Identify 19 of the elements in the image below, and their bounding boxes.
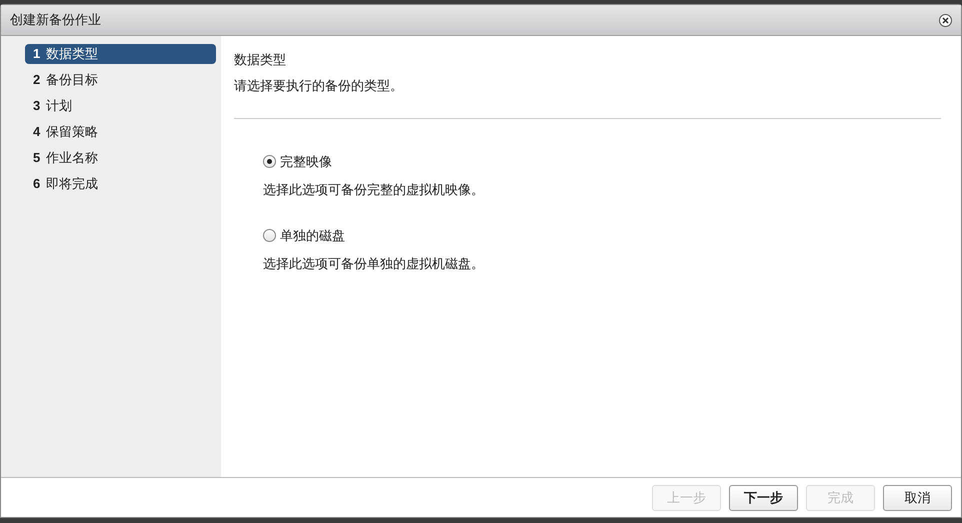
step-item[interactable]: 1 数据类型 <box>25 44 216 64</box>
step-heading: 数据类型 <box>234 51 287 69</box>
dialog-button[interactable]: 下一步 <box>729 484 798 510</box>
window-title: 创建新备份作业 <box>10 11 101 30</box>
step-subtitle: 请选择要执行的备份的类型。 <box>234 76 404 94</box>
step-item[interactable]: 2 备份目标 <box>25 70 216 90</box>
step-item[interactable]: 6 即将完成 <box>25 174 216 194</box>
radio-button[interactable] <box>263 229 276 242</box>
step-item[interactable]: 3 计划 <box>25 96 216 116</box>
option-description: 选择此选项可备份完整的虚拟机映像。 <box>263 180 485 198</box>
radio-option[interactable]: 完整映像 <box>263 152 941 172</box>
step-item[interactable]: 5 作业名称 <box>25 148 216 168</box>
radio-option[interactable]: 单独的磁盘 <box>263 226 941 246</box>
close-button[interactable] <box>939 14 952 26</box>
radio-button[interactable] <box>263 155 276 168</box>
option-description: 选择此选项可备份单独的虚拟机磁盘。 <box>263 254 485 272</box>
step-item[interactable]: 4 保留策略 <box>25 122 216 142</box>
close-icon <box>942 16 949 24</box>
dialog-button[interactable]: 取消 <box>883 484 952 510</box>
